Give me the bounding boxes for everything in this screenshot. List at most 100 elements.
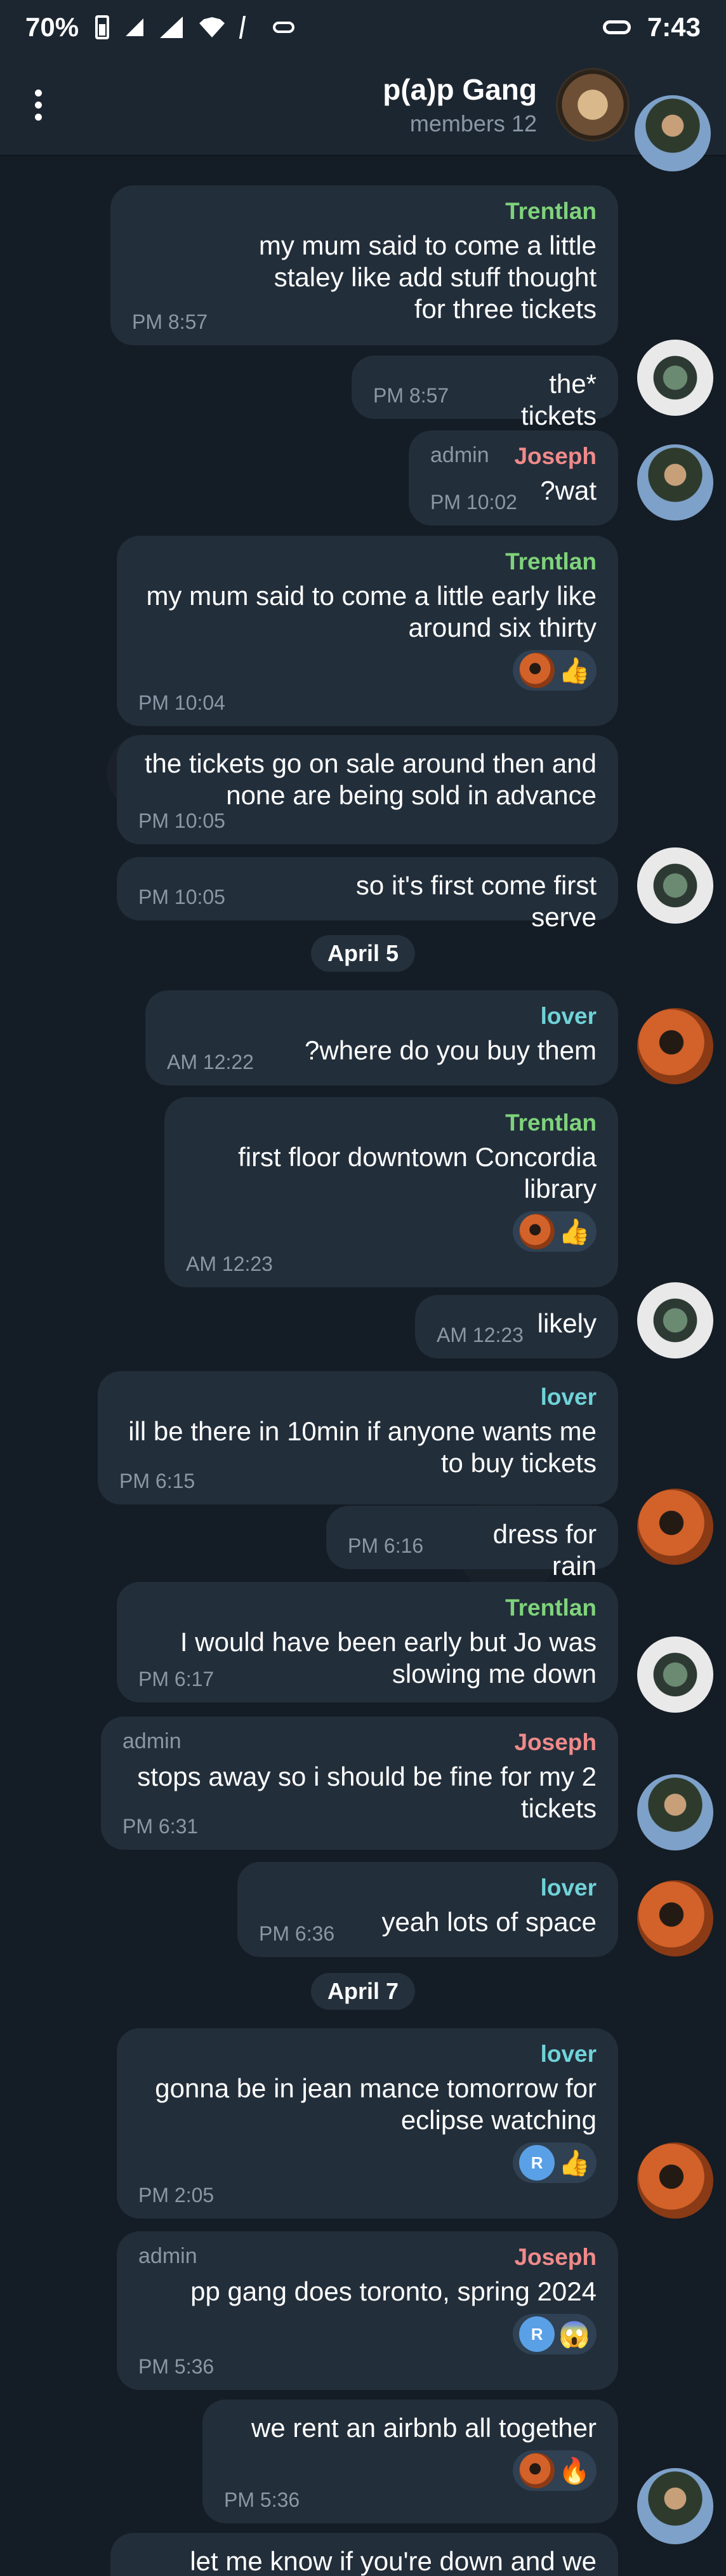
message-text: so it's first come first serve	[355, 870, 597, 932]
sender-label: Joseph	[514, 443, 597, 469]
reaction-emoji: 👍	[558, 2149, 590, 2177]
message-text: yeah lots of space	[381, 1907, 597, 1937]
avatar[interactable]	[637, 2142, 713, 2219]
message-bubble[interactable]: *the tickets 8:57 PM	[352, 355, 618, 430]
avatar[interactable]	[637, 1637, 713, 1713]
message-time: 6:36 PM	[259, 1922, 335, 1945]
message-text: first floor downtown Concordia library	[238, 1142, 597, 1204]
avatar[interactable]	[637, 1008, 713, 1084]
message-bubble[interactable]: Joseph admin pp gang does toronto, sprin…	[117, 2231, 618, 2390]
avatar[interactable]	[637, 847, 713, 924]
sender-name[interactable]: Trentlan	[138, 548, 597, 575]
message-bubble[interactable]: Trentlan my mum said to come a little st…	[110, 185, 618, 345]
message-bubble[interactable]: Trentlan I would have been early but Jo …	[117, 1582, 618, 1703]
message-time: 6:17 PM	[138, 1668, 214, 1690]
reactions[interactable]: 👍	[186, 1211, 597, 1252]
message-text: my mum said to come a little early like …	[146, 581, 597, 642]
message-text: likely	[537, 1308, 597, 1338]
avatar[interactable]	[637, 1282, 713, 1358]
message-time: 5:36 PM	[138, 2355, 214, 2378]
message-bubble[interactable]: lover where do you buy them? 12:22 AM	[145, 990, 618, 1086]
message-time: 6:16 PM	[348, 1534, 424, 1557]
reactions[interactable]: 🔥	[224, 2450, 597, 2491]
message-text: gonna be in jean mance tomorrow for ecli…	[155, 2073, 597, 2135]
message-text: let me know if you're down and we	[190, 2546, 597, 2576]
message-bubble[interactable]: Joseph admin wat? 10:02 PM	[409, 430, 618, 526]
reaction-emoji: 👍	[558, 656, 590, 685]
message-bubble[interactable]: Trentlan first floor downtown Concordia …	[164, 1097, 618, 1287]
message-bubble[interactable]: likely 12:23 AM	[415, 1295, 618, 1358]
message-time: 2:05 PM	[138, 2184, 214, 2207]
message-time: 12:22 AM	[167, 1051, 254, 1073]
reaction-chip[interactable]: 😱 R	[513, 2314, 597, 2354]
message-time: 12:23 AM	[437, 1324, 524, 1346]
message-text: dress for rain	[492, 1519, 597, 1581]
message-time: 5:36 PM	[224, 2488, 300, 2511]
status-icons: 70%	[25, 12, 295, 43]
sender-name[interactable]: Trentlan	[186, 1110, 597, 1136]
sender-name[interactable]: Trentlan	[132, 198, 597, 225]
chat-screen: 7:43 70% → p(a)p Gang 12 members Trentla…	[0, 0, 726, 2576]
sender-name[interactable]: lover	[119, 1384, 597, 1411]
reactor-avatar: R	[519, 2316, 555, 2352]
message-bubble[interactable]: lover ill be there in 10min if anyone wa…	[98, 1371, 618, 1504]
group-title: p(a)p Gang	[383, 73, 537, 106]
message-text: pp gang does toronto, spring 2024	[190, 2276, 597, 2306]
message-text: my mum said to come a little staley like…	[258, 230, 597, 324]
sender-label: Joseph	[514, 1729, 597, 1755]
sender-name[interactable]: lover	[138, 2041, 597, 2068]
message-bubble[interactable]: the tickets go on sale around then and n…	[117, 735, 618, 844]
reactions[interactable]: 👍	[138, 650, 597, 691]
reaction-chip[interactable]: 🔥	[513, 2450, 597, 2491]
reactor-avatar	[519, 1214, 555, 1249]
reactor-avatar	[519, 653, 555, 688]
reaction-chip[interactable]: 👍	[513, 650, 597, 691]
status-time: 7:43	[647, 12, 701, 42]
reaction-emoji: 👍	[558, 1218, 590, 1246]
reactor-avatar: R	[519, 2145, 555, 2181]
avatar[interactable]	[637, 1489, 713, 1565]
group-avatar[interactable]	[556, 68, 630, 142]
message-bubble[interactable]: we rent an airbnb all together 🔥 5:36 PM	[202, 2400, 618, 2523]
battery-icon	[95, 15, 110, 39]
message-bubble[interactable]: so it's first come first serve 10:05 PM	[117, 857, 618, 932]
admin-badge: admin	[122, 1729, 182, 1753]
message-time: 10:02 PM	[430, 491, 517, 514]
message-time: 12:23 AM	[186, 1252, 273, 1275]
date-separator: April 7	[310, 1973, 416, 2010]
avatar[interactable]	[637, 2468, 713, 2544]
message-time: 10:04 PM	[138, 691, 225, 714]
sender-name[interactable]: Joseph admin	[138, 2244, 597, 2271]
avatar[interactable]	[635, 95, 711, 171]
message-text: where do you buy them?	[305, 1035, 597, 1065]
reaction-chip[interactable]: 👍 R	[513, 2142, 597, 2183]
sender-name[interactable]: lover	[259, 1875, 597, 1901]
more-options-icon[interactable]	[25, 83, 51, 127]
chat-header: → p(a)p Gang 12 members	[0, 55, 726, 156]
message-time: 10:05 PM	[138, 886, 225, 908]
message-bubble[interactable]: lover gonna be in jean mance tomorrow fo…	[117, 2028, 618, 2219]
sender-name[interactable]: Joseph admin	[430, 443, 597, 470]
group-info[interactable]: p(a)p Gang 12 members	[383, 72, 537, 137]
sender-name[interactable]: Joseph admin	[122, 1729, 597, 1756]
message-bubble[interactable]: Trentlan my mum said to come a little ea…	[117, 536, 618, 726]
message-bubble[interactable]: lover yeah lots of space 6:36 PM	[237, 1862, 618, 1957]
message-bubble[interactable]: dress for rain 6:16 PM	[326, 1506, 618, 1581]
message-text: wat?	[540, 475, 597, 505]
wifi-icon	[199, 17, 225, 37]
avatar[interactable]	[637, 444, 713, 521]
sender-name[interactable]: lover	[167, 1003, 597, 1030]
message-bubble[interactable]: Joseph admin 2 stops away so i should be…	[101, 1716, 618, 1850]
avatar[interactable]	[637, 1880, 713, 1956]
reactions[interactable]: 😱 R	[138, 2314, 597, 2354]
admin-badge: admin	[138, 2244, 197, 2268]
voicemail-icon	[602, 20, 631, 34]
signal-icon-2	[126, 18, 144, 36]
avatar[interactable]	[637, 1774, 713, 1850]
avatar[interactable]	[637, 340, 713, 416]
reaction-chip[interactable]: 👍	[513, 1211, 597, 1252]
sender-name[interactable]: Trentlan	[138, 1595, 597, 1621]
message-time: 8:57 PM	[132, 310, 208, 333]
message-bubble[interactable]: let me know if you're down and we	[110, 2533, 618, 2576]
reactions[interactable]: 👍 R	[138, 2142, 597, 2183]
